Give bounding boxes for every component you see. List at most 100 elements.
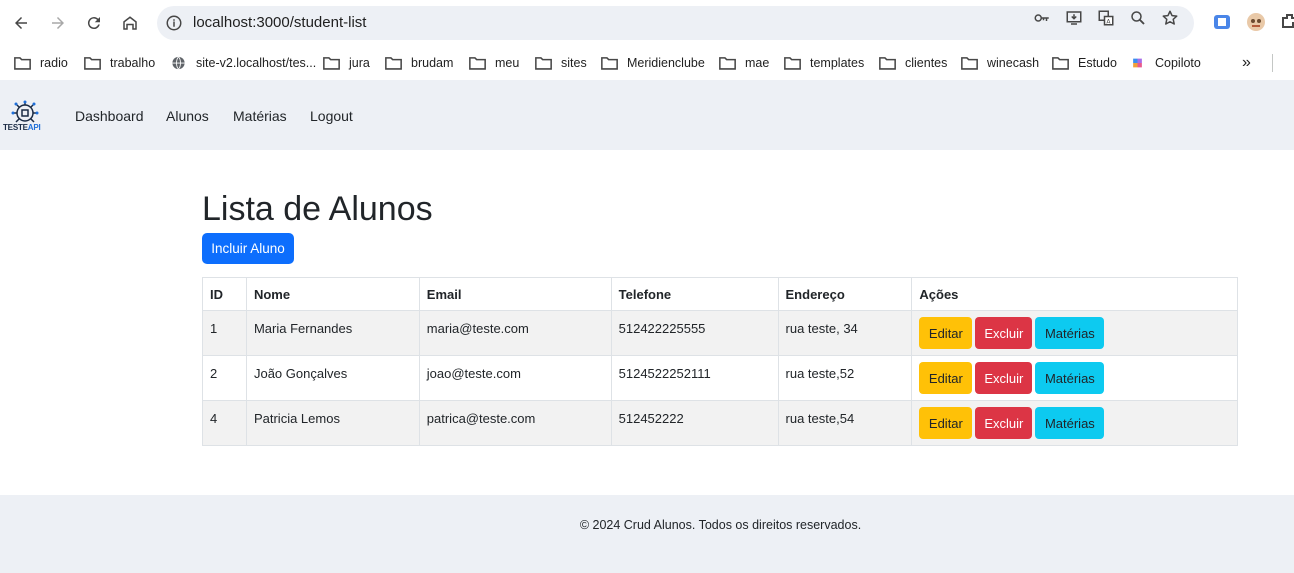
table-header-row: ID Nome Email Telefone Endereço Ações [202, 277, 1238, 311]
zoom-icon[interactable] [1128, 8, 1148, 28]
bookmark-label: jura [349, 56, 370, 70]
bookmark-label: brudam [411, 56, 454, 70]
folder-icon [961, 55, 979, 71]
bookmark-label: Estudo [1078, 56, 1117, 70]
bookmark-sites[interactable]: sites [535, 52, 587, 74]
bookmark-label: templates [810, 56, 865, 70]
extension-icon[interactable] [1212, 12, 1232, 32]
cell-acoes: Editar Excluir Matérias [911, 355, 1238, 401]
bookmark-meu[interactable]: meu [469, 52, 519, 74]
bookmark-jura[interactable]: jura [323, 52, 370, 74]
folder-icon [469, 55, 487, 71]
folder-icon [14, 55, 32, 71]
cell-endereco: rua teste, 34 [777, 310, 913, 356]
bookmark-brudam[interactable]: brudam [385, 52, 453, 74]
nav-link-dashboard[interactable]: Dashboard [75, 108, 144, 124]
table-row: 1 Maria Fernandes maria@teste.com 512422… [202, 310, 1238, 356]
bookmark-mae[interactable]: mae [719, 52, 769, 74]
edit-button[interactable]: Editar [919, 317, 973, 349]
footer: © 2024 Crud Alunos. Todos os direitos re… [0, 495, 1294, 573]
folder-icon [719, 55, 737, 71]
folder-icon [535, 55, 553, 71]
column-header-acoes: Ações [911, 277, 1238, 311]
home-icon[interactable] [118, 11, 142, 35]
bookmarks-divider [1272, 54, 1273, 72]
cell-nome: Patricia Lemos [245, 400, 420, 446]
column-header-id: ID [202, 277, 247, 311]
bookmark-label: radio [40, 56, 68, 70]
cell-id: 4 [202, 400, 247, 446]
bookmarks-bar: radio trabalho site-v2.localhost/tes... … [0, 46, 1294, 80]
bookmark-label: Copiloto [1155, 56, 1201, 70]
site-info-icon[interactable] [165, 14, 183, 32]
cell-endereco: rua teste,54 [777, 400, 913, 446]
edit-button[interactable]: Editar [919, 407, 973, 439]
subjects-button[interactable]: Matérias [1035, 317, 1105, 349]
nav-link-alunos[interactable]: Alunos [166, 108, 209, 124]
nav-link-materias[interactable]: Matérias [233, 108, 287, 124]
edit-button[interactable]: Editar [919, 362, 973, 394]
bookmark-winecash[interactable]: winecash [961, 52, 1039, 74]
folder-icon [84, 55, 102, 71]
url-text: localhost:3000/student-list [193, 14, 367, 31]
bookmark-label: winecash [987, 56, 1040, 70]
subjects-button[interactable]: Matérias [1035, 407, 1105, 439]
app-navbar: TESTEAPI Dashboard Alunos Matérias Logou… [0, 80, 1294, 150]
reload-icon[interactable] [82, 11, 106, 35]
cell-telefone: 512422225555 [610, 310, 779, 356]
translate-icon[interactable]: A [1096, 8, 1116, 28]
globe-icon [170, 55, 188, 71]
bookmark-star-icon[interactable] [1160, 8, 1180, 28]
logo-text: TESTEAPI [3, 123, 41, 132]
bookmark-site-v2[interactable]: site-v2.localhost/tes... [170, 52, 316, 74]
cell-acoes: Editar Excluir Matérias [911, 400, 1238, 446]
cell-telefone: 512452222 [610, 400, 779, 446]
cell-acoes: Editar Excluir Matérias [911, 310, 1238, 356]
bookmark-label: Meridienclube [627, 56, 705, 70]
cell-endereco: rua teste,52 [777, 355, 913, 401]
column-header-email: Email [418, 277, 612, 311]
students-table: ID Nome Email Telefone Endereço Ações 1 … [202, 277, 1238, 446]
column-header-nome: Nome [245, 277, 420, 311]
bookmark-copiloto[interactable]: Copiloto [1129, 52, 1201, 74]
bookmark-label: mae [745, 56, 770, 70]
bookmark-label: meu [495, 56, 520, 70]
logo-text-main: TESTE [3, 123, 28, 132]
password-key-icon[interactable] [1032, 8, 1052, 28]
bookmark-radio[interactable]: radio [14, 52, 68, 74]
copilot-icon [1129, 55, 1147, 71]
column-header-telefone: Telefone [610, 277, 779, 311]
delete-button[interactable]: Excluir [975, 317, 1033, 349]
forward-arrow-icon[interactable] [46, 11, 70, 35]
cell-telefone: 5124522252111 [610, 355, 779, 401]
more-bookmarks-chevron-icon[interactable]: » [1242, 52, 1251, 74]
folder-icon [385, 55, 403, 71]
footer-copyright: © 2024 Crud Alunos. Todos os direitos re… [579, 518, 862, 532]
folder-icon [601, 55, 619, 71]
add-student-button[interactable]: Incluir Aluno [202, 233, 294, 264]
cell-id: 2 [202, 355, 247, 401]
profile-avatar-icon[interactable] [1246, 12, 1266, 32]
bookmark-label: site-v2.localhost/tes... [196, 56, 317, 70]
folder-icon [879, 55, 897, 71]
column-header-endereco: Endereço [777, 277, 913, 311]
bookmark-meridienclube[interactable]: Meridienclube [601, 52, 705, 74]
install-app-icon[interactable] [1064, 8, 1084, 28]
folder-icon [323, 55, 341, 71]
bookmark-clientes[interactable]: clientes [879, 52, 947, 74]
cell-nome: João Gonçalves [245, 355, 420, 401]
browser-toolbar: localhost:3000/student-list A [0, 0, 1294, 46]
extensions-puzzle-icon[interactable] [1280, 12, 1294, 32]
subjects-button[interactable]: Matérias [1035, 362, 1105, 394]
delete-button[interactable]: Excluir [975, 407, 1033, 439]
delete-button[interactable]: Excluir [975, 362, 1033, 394]
cell-nome: Maria Fernandes [245, 310, 420, 356]
bookmark-templates[interactable]: templates [784, 52, 864, 74]
cell-email: maria@teste.com [418, 310, 612, 356]
bookmark-estudo[interactable]: Estudo [1052, 52, 1117, 74]
cell-email: joao@teste.com [418, 355, 612, 401]
bookmark-trabalho[interactable]: trabalho [84, 52, 155, 74]
back-arrow-icon[interactable] [9, 11, 33, 35]
nav-link-logout[interactable]: Logout [310, 108, 353, 124]
cell-id: 1 [202, 310, 247, 356]
